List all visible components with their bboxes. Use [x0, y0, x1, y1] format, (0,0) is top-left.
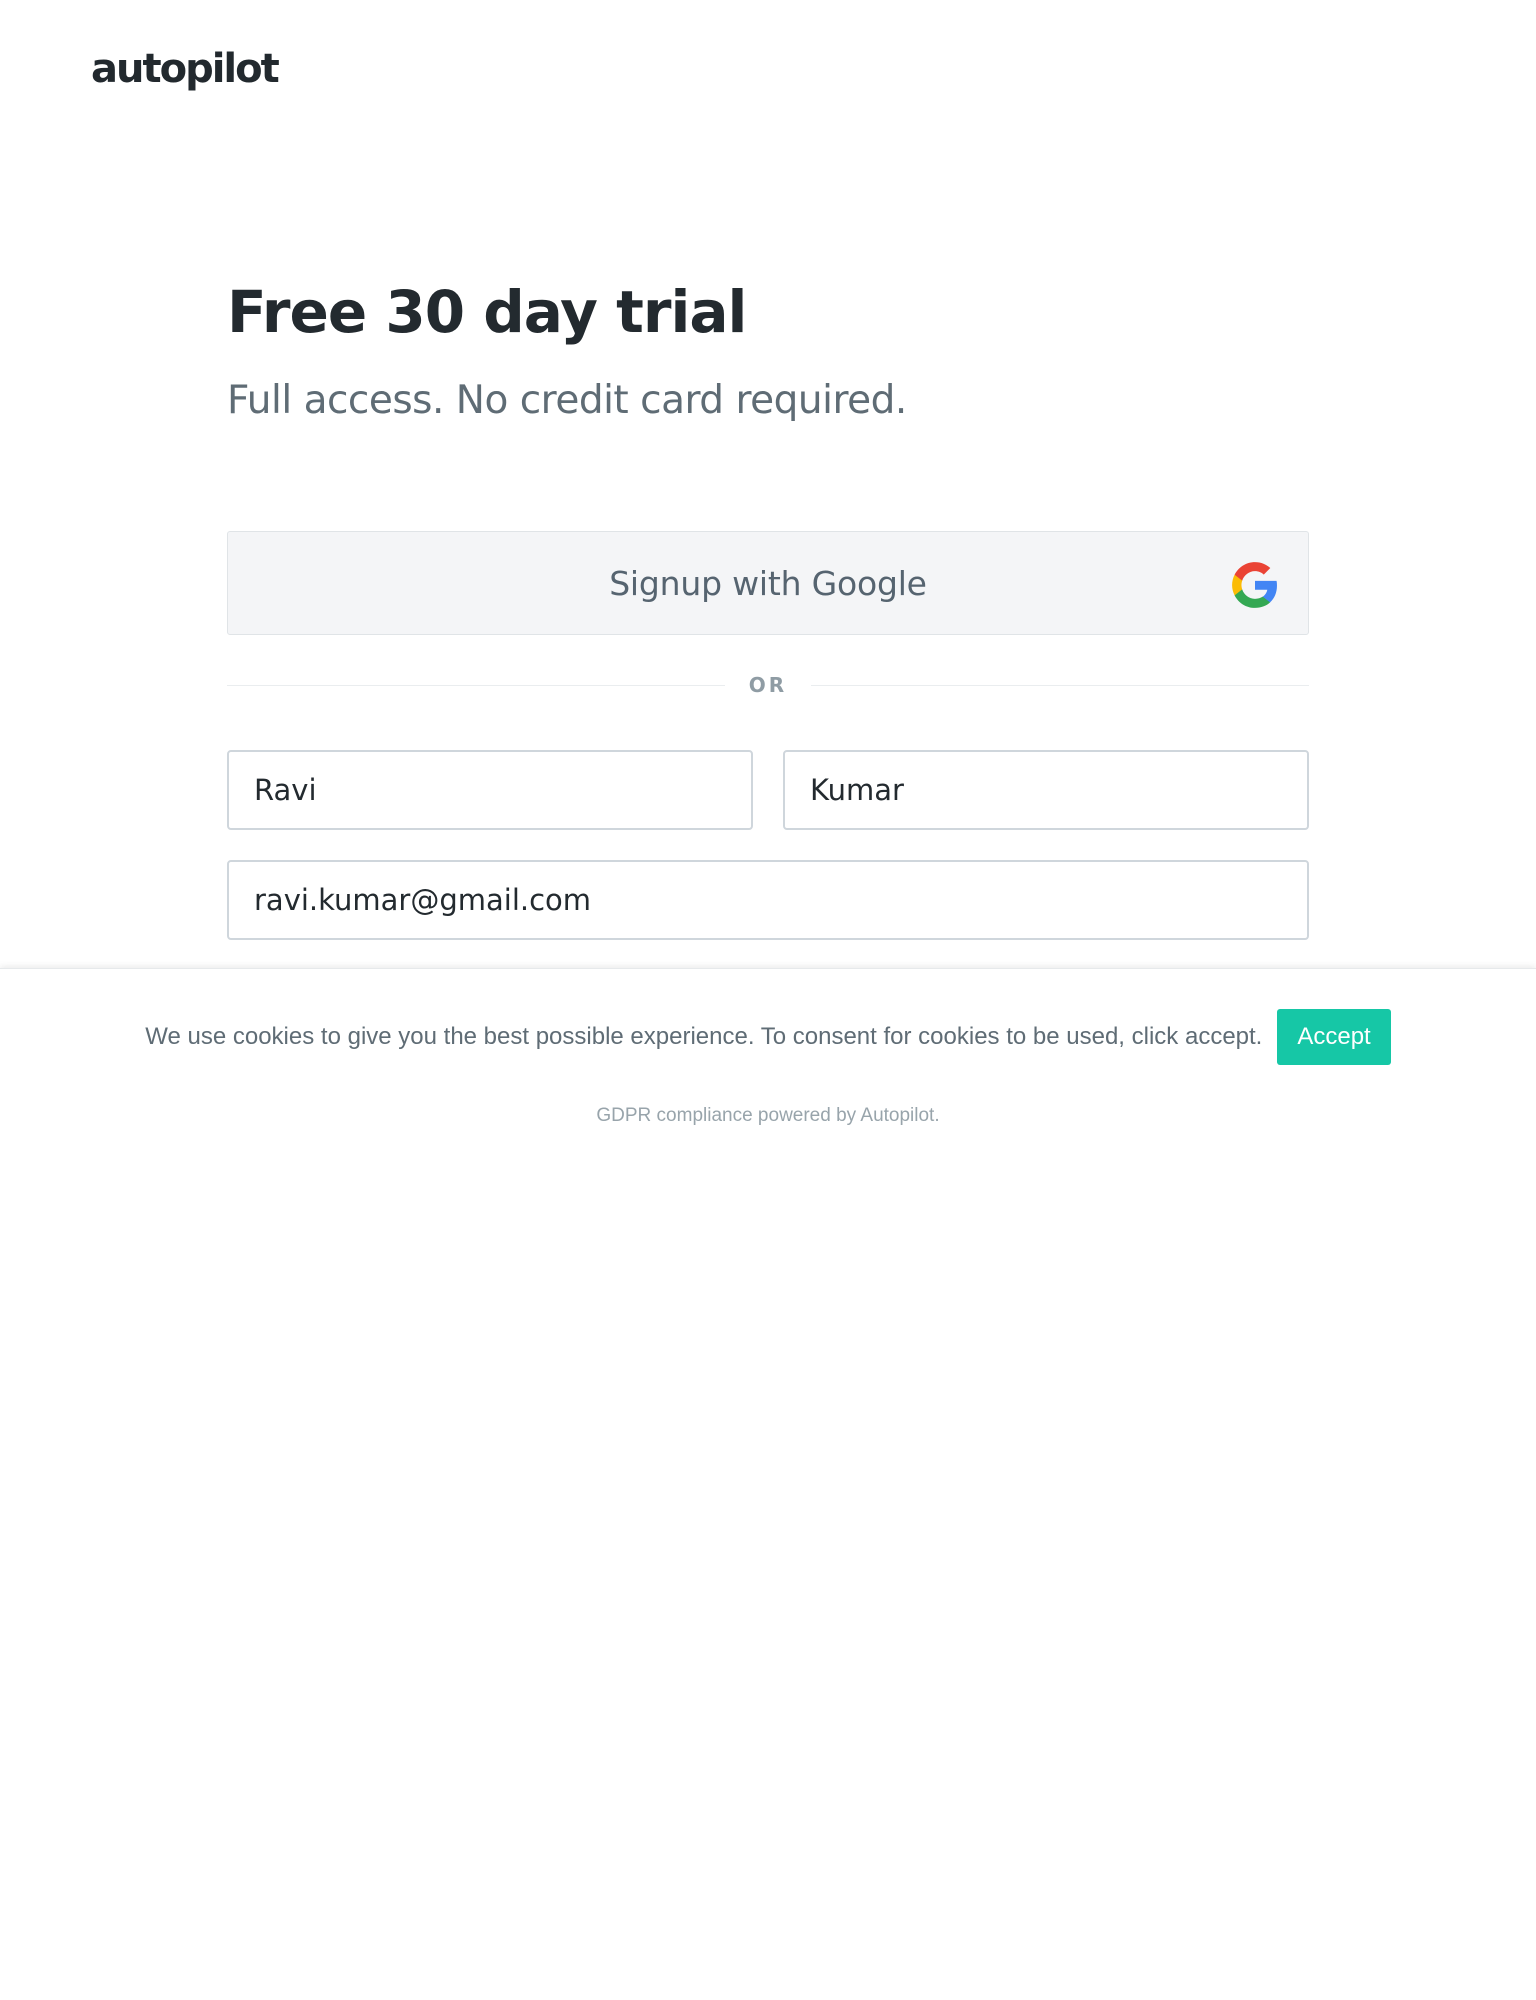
page-title: Free 30 day trial	[227, 278, 747, 346]
accept-cookies-button[interactable]: Accept	[1277, 1009, 1391, 1065]
divider-line-right	[811, 684, 1309, 686]
google-g-icon	[1232, 562, 1277, 608]
google-button-label: Signup with Google	[609, 563, 927, 603]
email-input[interactable]	[227, 860, 1309, 940]
signup-with-google-button[interactable]: Signup with Google	[227, 531, 1309, 635]
or-divider: OR	[227, 670, 1309, 700]
divider-line-left	[227, 684, 725, 686]
or-label: OR	[748, 673, 788, 697]
cookie-message: We use cookies to give you the best poss…	[145, 1023, 1263, 1050]
signup-form-container: Free 30 day trial Full access. No credit…	[227, 270, 1309, 970]
first-name-input[interactable]	[227, 750, 753, 830]
page-subtitle: Full access. No credit card required.	[227, 378, 907, 423]
signup-page: autopilot Free 30 day trial Full access.…	[0, 0, 1536, 2000]
gdpr-footer-text: GDPR compliance powered by Autopilot.	[596, 1105, 940, 1126]
autopilot-logo[interactable]: autopilot	[91, 46, 280, 92]
cookie-consent-banner: We use cookies to give you the best poss…	[0, 968, 1536, 2000]
cookie-message-row: We use cookies to give you the best poss…	[0, 1009, 1536, 1065]
last-name-input[interactable]	[783, 750, 1309, 830]
